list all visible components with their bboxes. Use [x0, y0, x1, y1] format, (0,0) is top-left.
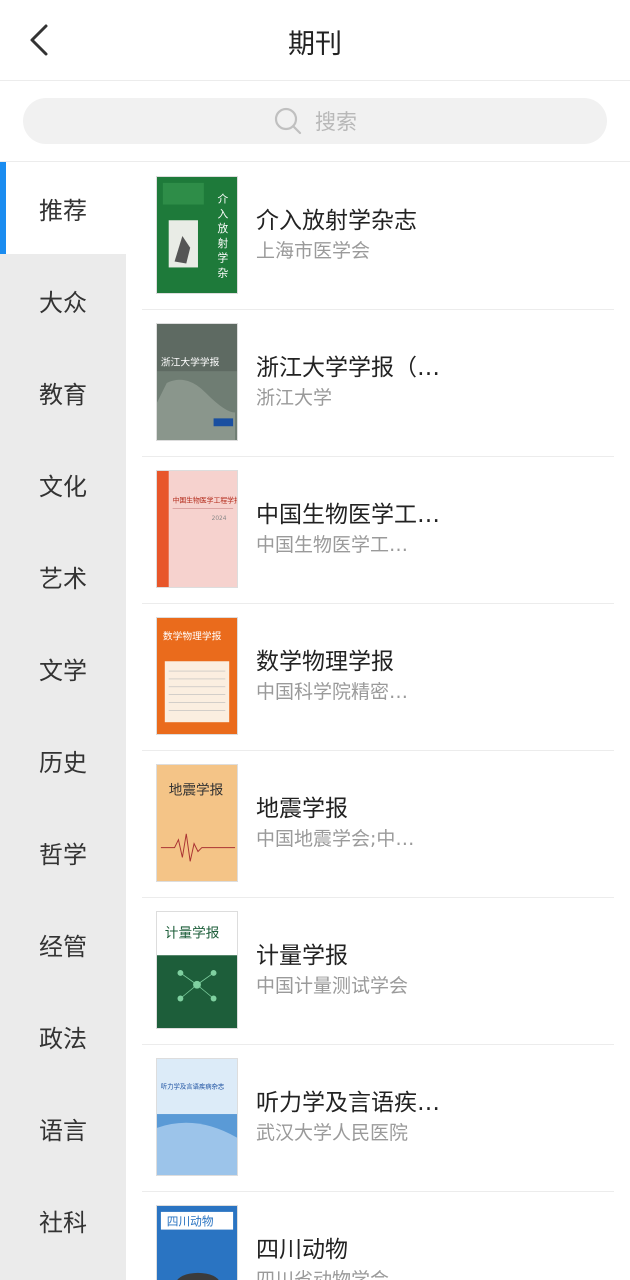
search-placeholder: 搜索 [315, 110, 357, 134]
sidebar-item-literature[interactable]: 文学 [0, 622, 126, 714]
svg-text:放: 放 [217, 222, 228, 235]
category-sidebar: 推荐 大众 教育 文化 艺术 文学 历史 哲学 经管 政法 语言 社科 [0, 162, 126, 1280]
journal-cover-image: 数学物理学报 [156, 617, 238, 735]
sidebar-item-label: 教育 [39, 380, 87, 409]
journal-cover-image: 中国生物医学工程学报 2024 [156, 470, 238, 588]
svg-text:杂: 杂 [217, 266, 228, 279]
sidebar-item-art[interactable]: 艺术 [0, 530, 126, 622]
sidebar-item-culture[interactable]: 文化 [0, 438, 126, 530]
svg-text:计量学报: 计量学报 [165, 926, 220, 942]
sidebar-item-label: 哲学 [39, 840, 87, 869]
sidebar-item-popular[interactable]: 大众 [0, 254, 126, 346]
sidebar-item-label: 文学 [39, 656, 87, 685]
svg-text:地震学报: 地震学报 [169, 782, 224, 798]
journal-title: 介入放射学杂志 [256, 208, 417, 234]
journal-list-item[interactable]: 地震学报 地震学报 中国地震学会;中… [142, 750, 614, 898]
journal-list-item[interactable]: 浙江大学学报 浙江大学学报（… 浙江大学 [142, 309, 614, 457]
journal-list-item[interactable]: 听力学及言语疾病杂志 听力学及言语疾… 武汉大学人民医院 [142, 1044, 614, 1192]
sidebar-item-law[interactable]: 政法 [0, 990, 126, 1082]
svg-text:射: 射 [217, 237, 228, 250]
journal-cover-image: 四川动物 [156, 1205, 238, 1280]
sidebar-item-recommended[interactable]: 推荐 [0, 162, 126, 254]
sidebar-item-label: 艺术 [39, 564, 87, 593]
svg-text:入: 入 [217, 207, 228, 220]
sidebar-item-history[interactable]: 历史 [0, 714, 126, 806]
journal-cover-image: 浙江大学学报 [156, 323, 238, 441]
journal-cover-image: 介入放 射学杂 [156, 176, 238, 294]
sidebar-item-education[interactable]: 教育 [0, 346, 126, 438]
search-bar-container: 搜索 [0, 81, 630, 162]
journal-publisher: 中国科学院精密… [256, 681, 409, 703]
svg-text:2024: 2024 [212, 516, 227, 522]
journal-publisher: 中国地震学会;中… [256, 828, 415, 850]
journal-cover-image: 地震学报 [156, 764, 238, 882]
journal-publisher: 四川省动物学会 [256, 1269, 390, 1280]
sidebar-item-label: 经管 [39, 932, 87, 961]
sidebar-item-label: 推荐 [39, 196, 87, 225]
svg-text:浙江大学学报: 浙江大学学报 [161, 355, 220, 368]
journal-publisher: 中国生物医学工… [256, 534, 409, 556]
active-indicator [0, 162, 6, 254]
journal-title: 听力学及言语疾… [256, 1090, 440, 1116]
svg-text:介: 介 [217, 193, 228, 206]
sidebar-item-economics[interactable]: 经管 [0, 898, 126, 990]
journal-title: 中国生物医学工… [256, 502, 440, 528]
journal-list: 介入放 射学杂 介入放射学杂志 上海市医学会 浙江大学学报 浙江大学学报（… 浙… [142, 162, 614, 1280]
sidebar-item-social-science[interactable]: 社科 [0, 1174, 126, 1266]
journal-publisher: 中国计量测试学会 [256, 975, 409, 997]
journal-list-item[interactable]: 计量学报 计量学报 中国计量测试学会 [142, 897, 614, 1045]
sidebar-item-label: 文化 [39, 472, 87, 501]
svg-text:听力学及言语疾病杂志: 听力学及言语疾病杂志 [161, 1081, 225, 1090]
sidebar-item-label: 社科 [39, 1208, 87, 1237]
page-title: 期刊 [288, 29, 342, 60]
sidebar-item-label: 政法 [39, 1024, 87, 1053]
sidebar-item-language[interactable]: 语言 [0, 1082, 126, 1174]
journal-title: 浙江大学学报（… [256, 355, 440, 381]
search-input[interactable]: 搜索 [23, 98, 607, 144]
journal-title: 计量学报 [256, 943, 348, 969]
svg-text:中国生物医学工程学报: 中国生物医学工程学报 [173, 495, 237, 504]
journal-title: 地震学报 [256, 796, 348, 822]
svg-text:数学物理学报: 数学物理学报 [163, 630, 222, 643]
journal-list-item[interactable]: 介入放 射学杂 介入放射学杂志 上海市医学会 [142, 162, 614, 310]
app-header: 期刊 [0, 0, 630, 81]
sidebar-item-label: 大众 [39, 288, 87, 317]
journal-title: 四川动物 [256, 1237, 348, 1263]
journal-cover-image: 计量学报 [156, 911, 238, 1029]
sidebar-item-label: 语言 [39, 1116, 87, 1145]
search-icon [274, 107, 302, 135]
journal-publisher: 上海市医学会 [256, 240, 371, 262]
sidebar-item-label: 历史 [39, 748, 87, 777]
journal-list-item[interactable]: 四川动物 四川动物 四川省动物学会 [142, 1191, 614, 1280]
journal-publisher: 浙江大学 [256, 387, 333, 409]
journal-title: 数学物理学报 [256, 649, 394, 675]
sidebar-item-philosophy[interactable]: 哲学 [0, 806, 126, 898]
svg-text:四川动物: 四川动物 [167, 1215, 214, 1229]
svg-text:学: 学 [217, 252, 228, 265]
journal-publisher: 武汉大学人民医院 [256, 1122, 409, 1144]
journal-cover-image: 听力学及言语疾病杂志 [156, 1058, 238, 1176]
journal-list-item[interactable]: 数学物理学报 数学物理学报 中国科学院精密… [142, 603, 614, 751]
journal-list-item[interactable]: 中国生物医学工程学报 2024 中国生物医学工… 中国生物医学工… [142, 456, 614, 604]
